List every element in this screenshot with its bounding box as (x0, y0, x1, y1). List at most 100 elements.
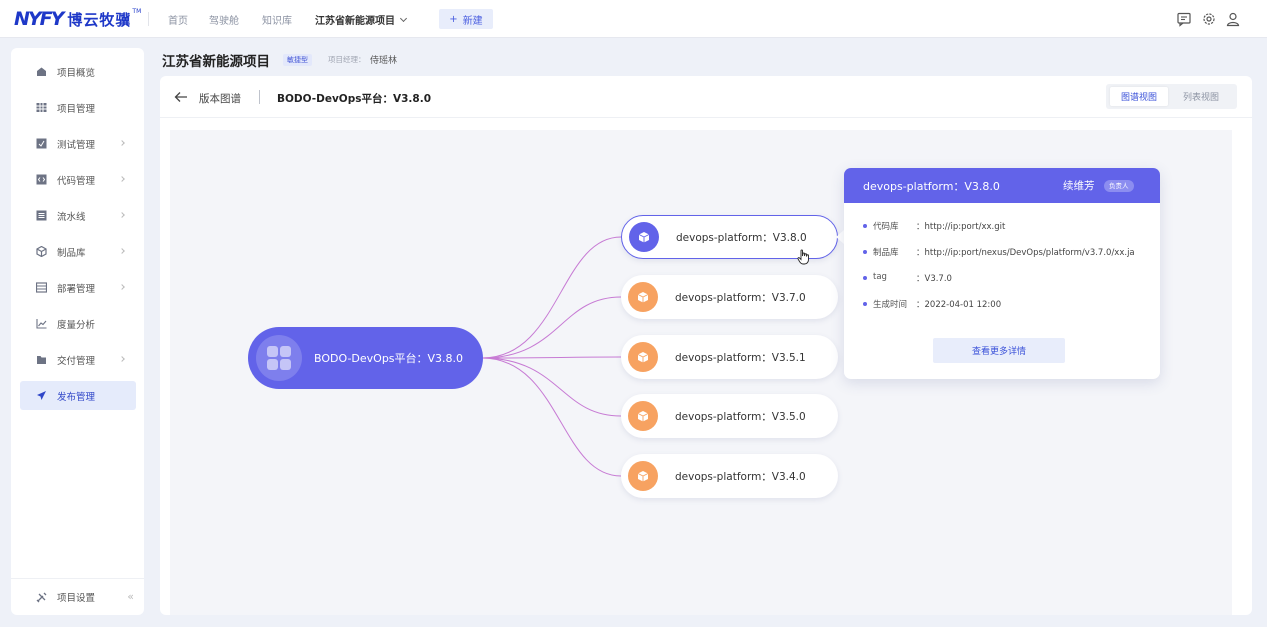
detail-value: ：http://ip:port/nexus/DevOps/platform/v3… (916, 248, 1135, 258)
detail-key: 代码库 (873, 222, 899, 232)
detail-row-tag: tag ：V3.7.0 (863, 272, 952, 284)
list-view-tab[interactable]: 列表视图 (1172, 87, 1230, 106)
project-type-badge: 敏捷型 (283, 54, 312, 66)
breadcrumb-version-graph[interactable]: 版本图谱 (199, 91, 241, 106)
project-settings-label: 项目设置 (57, 593, 96, 604)
page-title: 江苏省新能源项目 (162, 54, 270, 70)
apps-icon (256, 335, 302, 381)
package-icon (628, 461, 658, 491)
bullet-icon (863, 276, 867, 280)
sidebar-item-label: 制品库 (57, 247, 86, 259)
chevron-right-icon (119, 356, 125, 362)
view-more-details-button[interactable]: 查看更多详情 (933, 338, 1065, 363)
new-button[interactable]: + 新建 (439, 9, 493, 29)
version-node-label: devops-platform：V3.8.0 (676, 231, 807, 244)
deploy-icon (36, 282, 47, 293)
chart-icon (36, 318, 47, 329)
sidebar-item-label: 交付管理 (57, 355, 96, 367)
chevron-right-icon (119, 284, 125, 290)
project-selector-label: 江苏省新能源项目 (315, 16, 395, 27)
card-pointer (836, 230, 844, 244)
user-icon[interactable] (1225, 11, 1241, 27)
project-selector[interactable]: 江苏省新能源项目 (315, 12, 408, 27)
version-node-label: devops-platform：V3.5.1 (675, 351, 806, 364)
connector-line (481, 236, 622, 359)
top-bar: NYFY 博云牧骥 TM 首页 驾驶舱 知识库 江苏省新能源项目 + 新建 (0, 0, 1267, 38)
sidebar-item-test-management[interactable]: 测试管理 (20, 129, 136, 158)
card-header: devops-platform：V3.8.0 续维芳 负责人 (844, 168, 1160, 203)
sidebar-item-deployment[interactable]: 部署管理 (20, 273, 136, 302)
hand-cursor-icon (797, 249, 809, 265)
version-node-label: devops-platform：V3.5.0 (675, 410, 806, 423)
connector-line (481, 357, 622, 477)
detail-value: ：V3.7.0 (916, 274, 952, 284)
sidebar-item-delivery[interactable]: 交付管理 (20, 345, 136, 374)
nav-knowledge-base[interactable]: 知识库 (262, 12, 292, 27)
send-icon (36, 390, 47, 401)
code-icon (36, 174, 47, 185)
detail-value: ：http://ip:port/xx.git (916, 222, 1006, 232)
card-title: devops-platform：V3.8.0 (863, 180, 1000, 193)
project-settings[interactable]: 项目设置 « (11, 578, 144, 615)
sidebar-item-label: 度量分析 (57, 319, 96, 331)
version-node-v3-5-0[interactable]: devops-platform：V3.5.0 (621, 394, 838, 438)
chevron-right-icon (119, 212, 125, 218)
sidebar-item-artifacts[interactable]: 制品库 (20, 237, 136, 266)
message-icon[interactable] (1176, 11, 1192, 27)
sidebar-item-release[interactable]: 发布管理 (20, 381, 136, 410)
version-node-label: devops-platform：V3.7.0 (675, 291, 806, 304)
sidebar-item-label: 项目管理 (57, 103, 96, 115)
version-node-label: devops-platform：V3.4.0 (675, 470, 806, 483)
sidebar-item-metrics[interactable]: 度量分析 (20, 309, 136, 338)
nav-home[interactable]: 首页 (168, 12, 188, 27)
card-owner: 续维芳 (1063, 180, 1095, 192)
bullet-icon (863, 224, 867, 228)
test-icon (36, 138, 47, 149)
package-icon (36, 246, 47, 257)
detail-row-artifact: 制品库 ：http://ip:port/nexus/DevOps/platfor… (863, 246, 1135, 258)
nav-cockpit[interactable]: 驾驶舱 (209, 12, 239, 27)
logo-trademark: TM (132, 8, 142, 15)
version-node-v3-5-1[interactable]: devops-platform：V3.5.1 (621, 335, 838, 379)
connector-line (481, 356, 622, 359)
connector-line (481, 296, 622, 359)
detail-key: tag (873, 272, 887, 282)
app-logo[interactable]: NYFY 博云牧骥 TM (14, 8, 141, 30)
new-button-label: 新建 (462, 15, 483, 27)
package-icon (628, 401, 658, 431)
sidebar-item-label: 代码管理 (57, 175, 96, 187)
version-node-v3-7-0[interactable]: devops-platform：V3.7.0 (621, 275, 838, 319)
plus-icon: + (449, 13, 458, 25)
detail-key: 生成时间 (873, 300, 908, 310)
sidebar-item-code-management[interactable]: 代码管理 (20, 165, 136, 194)
bullet-icon (863, 302, 867, 306)
graph-view-tab[interactable]: 图谱视图 (1110, 87, 1168, 106)
detail-value: ：2022-04-01 12:00 (916, 300, 1002, 310)
manager-label: 项目经理： (328, 55, 366, 64)
settings-icon[interactable] (1201, 11, 1217, 27)
sidebar-item-project-management[interactable]: 项目管理 (20, 93, 136, 122)
view-switch: 图谱视图 列表视图 (1106, 84, 1237, 109)
package-icon (628, 342, 658, 372)
detail-row-created: 生成时间 ：2022-04-01 12:00 (863, 298, 1001, 310)
chevron-right-icon (119, 140, 125, 146)
root-node-label: BODO-DevOps平台：V3.8.0 (314, 352, 464, 365)
sidebar-item-pipeline[interactable]: 流水线 (20, 201, 136, 230)
chevron-down-icon (399, 14, 408, 22)
sidebar-item-overview[interactable]: 项目概览 (20, 57, 136, 86)
version-node-v3-4-0[interactable]: devops-platform：V3.4.0 (621, 454, 838, 498)
manager-name: 侍瑶林 (370, 56, 398, 66)
root-node[interactable]: BODO-DevOps平台：V3.8.0 (248, 327, 483, 389)
chevron-right-icon (119, 248, 125, 254)
owner-role-badge: 负责人 (1104, 180, 1134, 192)
bullet-icon (863, 250, 867, 254)
back-arrow-icon[interactable] (174, 91, 188, 103)
tools-icon (36, 592, 47, 603)
sidebar-item-label: 发布管理 (57, 391, 96, 403)
collapse-sidebar-icon[interactable]: « (127, 590, 134, 603)
delivery-icon (36, 354, 47, 365)
divider (148, 12, 149, 26)
logo-name: 博云牧骥 (67, 10, 132, 29)
sidebar-item-label: 项目概览 (57, 67, 96, 79)
logo-mark: NYFY (14, 8, 64, 30)
